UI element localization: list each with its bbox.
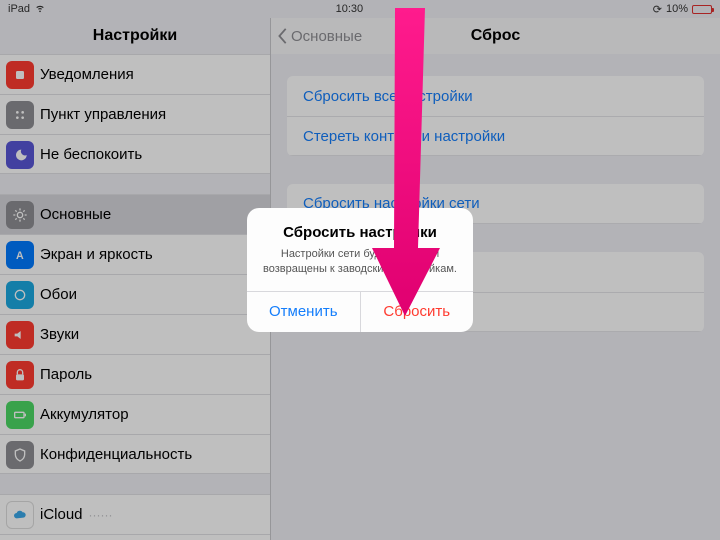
confirm-dialog: Сбросить настройки Настройки сети будут … — [247, 208, 473, 332]
modal-overlay: Сбросить настройки Настройки сети будут … — [0, 0, 720, 540]
dialog-title: Сбросить настройки — [259, 224, 461, 241]
dialog-message: Настройки сети будут стерты и возвращены… — [259, 247, 461, 277]
confirm-button[interactable]: Сбросить — [361, 292, 474, 332]
cancel-button[interactable]: Отменить — [247, 292, 361, 332]
